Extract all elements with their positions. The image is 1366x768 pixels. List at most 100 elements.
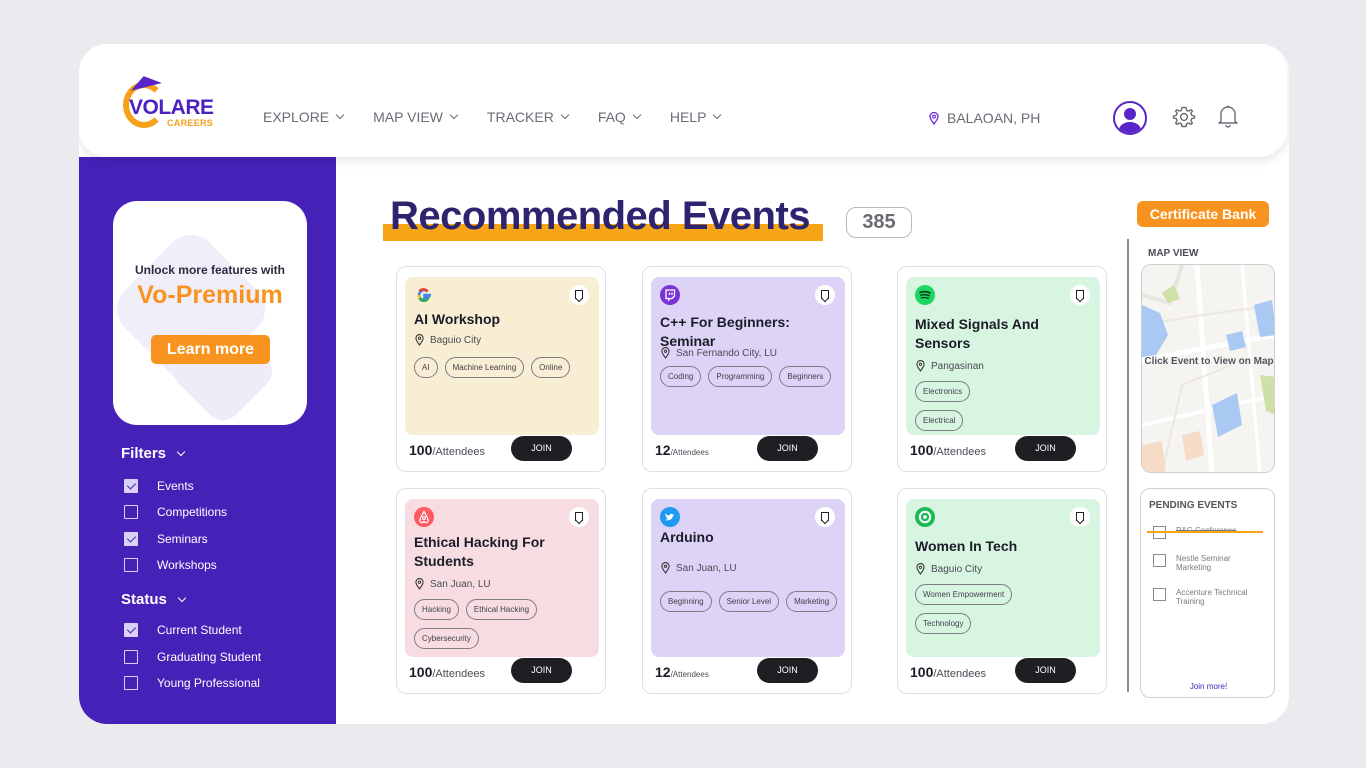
- checkbox[interactable]: [124, 676, 138, 690]
- status-option-young-professional[interactable]: Young Professional: [124, 676, 260, 690]
- event-tags: Beginning Senior Level Marketing: [660, 591, 840, 612]
- chevron-down-icon: [335, 110, 345, 120]
- event-location-text: San Juan, LU: [430, 578, 491, 590]
- map-view-panel[interactable]: Click Event to View on Map: [1141, 264, 1275, 473]
- event-tag[interactable]: Senior Level: [718, 591, 780, 612]
- event-tag[interactable]: Coding: [660, 366, 702, 387]
- bell-icon[interactable]: [1217, 104, 1239, 128]
- event-tag[interactable]: Beginning: [660, 591, 712, 612]
- filter-option-seminars[interactable]: Seminars: [124, 532, 208, 546]
- event-tag[interactable]: Ethical Hacking: [465, 599, 538, 620]
- logo-wordmark: VOLARE: [129, 96, 214, 119]
- nav-map-view[interactable]: MAP VIEW: [373, 109, 459, 125]
- filter-option-events[interactable]: Events: [124, 479, 194, 493]
- pending-event-item[interactable]: Accenture Technical Training: [1153, 588, 1271, 606]
- spotify-icon: [915, 285, 935, 305]
- certificate-bank-button[interactable]: Certificate Bank: [1137, 201, 1269, 227]
- panel-divider: [1127, 239, 1129, 692]
- event-card-body: C++ For Beginners: Seminar San Fernando …: [651, 277, 845, 435]
- attendee-number: 100: [409, 664, 433, 680]
- event-tag[interactable]: Women Empowerment: [915, 584, 1013, 605]
- event-tag[interactable]: Programming: [708, 366, 773, 387]
- checkbox[interactable]: [1153, 554, 1166, 567]
- checkbox-checked[interactable]: [124, 479, 138, 493]
- event-tag[interactable]: Cybersecurity: [414, 628, 479, 649]
- filter-label: Events: [157, 479, 194, 493]
- nav-tracker[interactable]: TRACKER: [486, 109, 570, 125]
- join-button[interactable]: JOIN: [1015, 658, 1076, 683]
- profile-avatar[interactable]: [1113, 101, 1147, 135]
- gear-icon[interactable]: [1172, 105, 1196, 129]
- bookmark-icon[interactable]: [569, 507, 589, 527]
- chevron-down-icon: [632, 110, 642, 120]
- filter-option-competitions[interactable]: Competitions: [124, 505, 227, 519]
- status-option-current-student[interactable]: Current Student: [124, 623, 242, 637]
- nav-map-view-label: MAP VIEW: [373, 109, 443, 125]
- event-tags: Coding Programming Beginners: [660, 366, 840, 387]
- nav-faq[interactable]: FAQ: [598, 109, 642, 125]
- event-card[interactable]: Mixed Signals And Sensors Pangasinan Ele…: [897, 266, 1107, 472]
- chevron-down-icon: [560, 110, 570, 120]
- event-tag[interactable]: AI: [414, 357, 438, 378]
- join-button[interactable]: JOIN: [1015, 436, 1076, 461]
- chevron-down-icon: [177, 593, 187, 602]
- learn-more-button[interactable]: Learn more: [151, 335, 270, 364]
- location-selector[interactable]: BALAOAN, PH: [929, 110, 1040, 126]
- event-card[interactable]: Arduino San Juan, LU Beginning Senior Le…: [642, 488, 852, 694]
- event-tag[interactable]: Electrical: [915, 410, 964, 431]
- event-card[interactable]: C++ For Beginners: Seminar San Fernando …: [642, 266, 852, 472]
- filters-heading: Filters: [121, 445, 167, 462]
- bookmark-icon[interactable]: [1070, 507, 1090, 527]
- checkbox[interactable]: [1153, 588, 1166, 601]
- status-toggle[interactable]: Status: [121, 591, 187, 608]
- event-tag[interactable]: Beginners: [779, 366, 832, 387]
- join-button[interactable]: JOIN: [757, 658, 818, 683]
- nav-explore[interactable]: EXPLORE: [263, 109, 345, 125]
- pending-event-item[interactable]: Nestle Seminar Marketing: [1153, 554, 1256, 572]
- join-button[interactable]: JOIN: [511, 658, 572, 683]
- bookmark-icon[interactable]: [1070, 285, 1090, 305]
- bookmark-icon[interactable]: [815, 285, 835, 305]
- join-button[interactable]: JOIN: [757, 436, 818, 461]
- attendee-number: 100: [910, 664, 934, 680]
- event-card[interactable]: Women In Tech Baguio City Women Empowerm…: [897, 488, 1107, 694]
- filter-label: Seminars: [157, 532, 208, 546]
- nav-tracker-label: TRACKER: [486, 109, 554, 125]
- event-tag[interactable]: Machine Learning: [444, 357, 525, 378]
- event-tag[interactable]: Electronics: [915, 381, 971, 402]
- checkbox-checked[interactable]: [124, 532, 138, 546]
- join-more-link[interactable]: Join more!: [1141, 682, 1276, 691]
- user-icon-body: [1119, 122, 1141, 133]
- checkbox[interactable]: [124, 650, 138, 664]
- bookmark-icon[interactable]: [569, 285, 589, 305]
- google-icon: [417, 288, 431, 302]
- nav-help[interactable]: HELP: [670, 109, 722, 125]
- checkbox[interactable]: [124, 505, 138, 519]
- main-nav: EXPLORE MAP VIEW TRACKER FAQ HELP: [263, 109, 750, 125]
- attendee-unit: /Attendees: [670, 670, 709, 679]
- filters-toggle[interactable]: Filters: [121, 445, 186, 462]
- volare-logo[interactable]: VOLARE CAREERS: [121, 72, 221, 136]
- completed-strike-line: [1147, 531, 1263, 533]
- event-card-body: Women In Tech Baguio City Women Empowerm…: [906, 499, 1100, 657]
- checkbox[interactable]: [124, 558, 138, 572]
- attendee-number: 12: [655, 442, 671, 458]
- attendee-count: 100/Attendees: [409, 442, 485, 458]
- pending-events-heading: PENDING EVENTS: [1149, 500, 1238, 511]
- chevron-down-icon: [713, 110, 722, 120]
- event-card[interactable]: AI Workshop Baguio City AI Machine Learn…: [396, 266, 606, 472]
- event-title: Arduino: [660, 529, 714, 545]
- bookmark-icon[interactable]: [815, 507, 835, 527]
- event-location: San Juan, LU: [415, 578, 491, 590]
- event-tag[interactable]: Technology: [915, 613, 972, 634]
- event-tag[interactable]: Marketing: [786, 591, 838, 612]
- event-tag[interactable]: Online: [531, 357, 571, 378]
- status-option-graduating-student[interactable]: Graduating Student: [124, 650, 261, 664]
- event-card[interactable]: Ethical Hacking For Students San Juan, L…: [396, 488, 606, 694]
- event-tag[interactable]: Hacking: [414, 599, 459, 620]
- join-button[interactable]: JOIN: [511, 436, 572, 461]
- checkbox-checked[interactable]: [124, 623, 138, 637]
- event-location: Pangasinan: [916, 360, 984, 372]
- status-label: Young Professional: [157, 676, 260, 690]
- filter-option-workshops[interactable]: Workshops: [124, 558, 217, 572]
